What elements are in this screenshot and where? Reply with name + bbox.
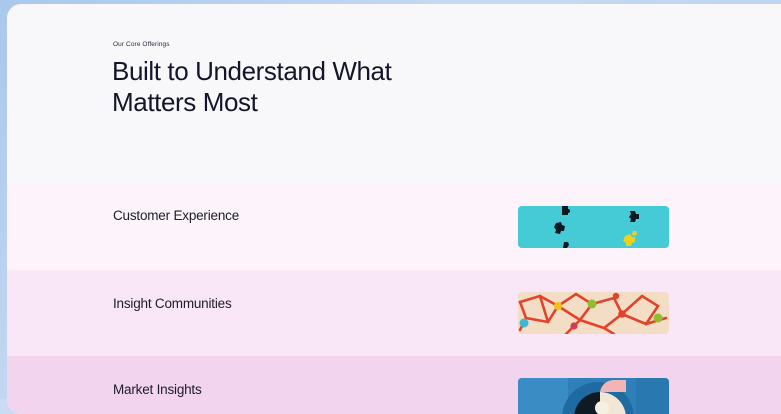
connected-network-image bbox=[518, 292, 669, 334]
offering-label[interactable]: Market Insights bbox=[113, 382, 202, 397]
offering-label[interactable]: Customer Experience bbox=[113, 208, 239, 223]
section-eyebrow: Our Core Offerings bbox=[113, 41, 170, 48]
offering-row-customer-experience[interactable]: Customer Experience bbox=[7, 184, 781, 271]
teal-puzzle-pieces-image bbox=[518, 206, 669, 248]
offering-row-insight-communities[interactable]: Insight Communities bbox=[7, 270, 781, 356]
section-headline: Built to Understand What Matters Most bbox=[112, 56, 392, 117]
abstract-shapes-image bbox=[518, 378, 669, 414]
page-background: Our Core Offerings Built to Understand W… bbox=[0, 0, 781, 414]
offering-label[interactable]: Insight Communities bbox=[113, 296, 232, 311]
offering-row-market-insights[interactable]: Market Insights bbox=[7, 356, 781, 414]
offerings-section: Our Core Offerings Built to Understand W… bbox=[7, 4, 781, 414]
